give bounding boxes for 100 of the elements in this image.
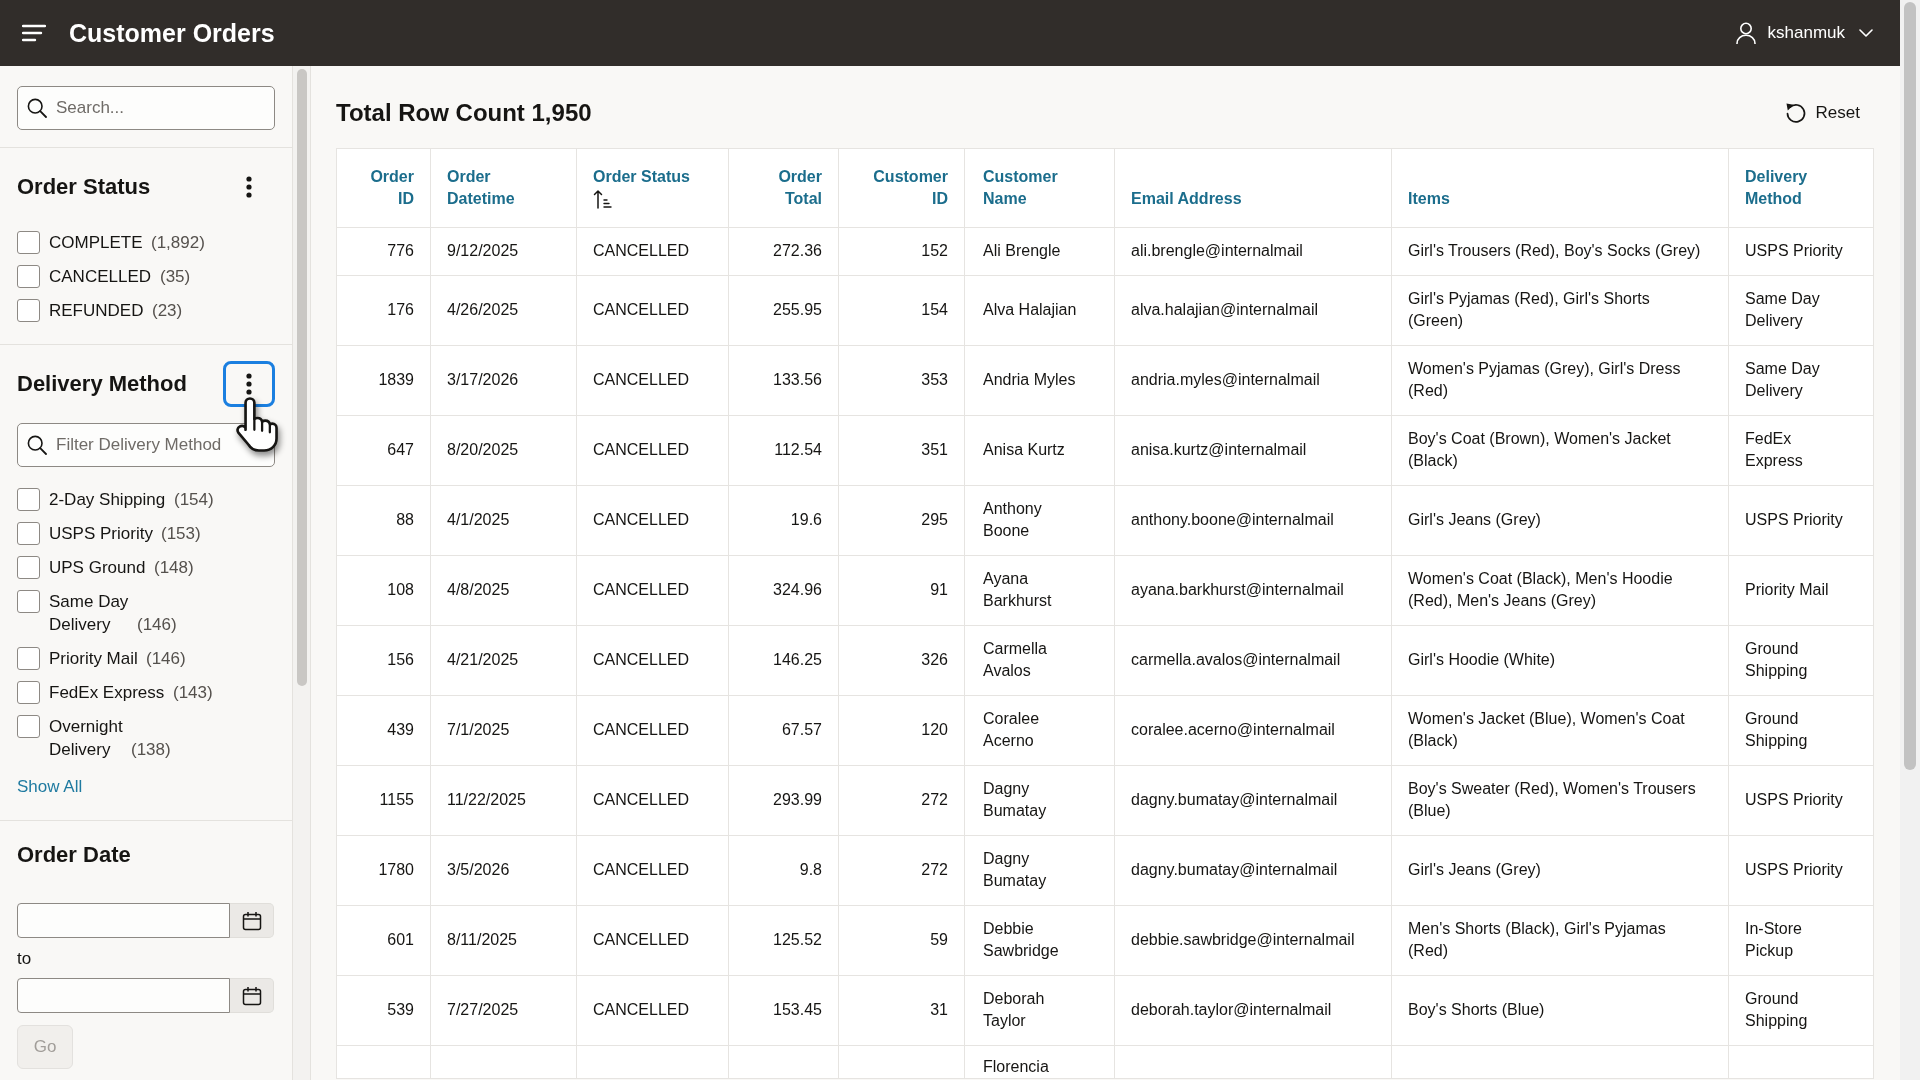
show-all-link[interactable]: Show All [17,775,83,798]
facet-option-label[interactable]: Overnight Delivery [49,715,123,761]
table-cell: CANCELLED [576,765,729,836]
facet-count: (143) [173,683,213,702]
table-cell: Ground Shipping [1728,975,1874,1046]
facet-option-label[interactable]: USPS Priority [49,522,153,545]
facet-count: (35) [160,267,191,286]
column-header[interactable]: Customer Name [964,148,1115,228]
table-cell: 647 [336,415,431,486]
table-cell: Girl's Jeans (Grey) [1391,485,1729,556]
table-cell: 120 [838,695,965,766]
facet-option-label[interactable]: REFUNDED [49,299,144,322]
table-cell: CANCELLED [576,227,729,276]
scrollbar-thumb[interactable] [1904,2,1916,770]
table-cell: 152 [838,227,965,276]
facet-option-label[interactable]: FedEx Express [49,681,165,704]
calendar-button[interactable] [230,903,274,938]
user-menu-button[interactable]: kshanmuk [1735,18,1873,48]
table-cell: 7/1/2025 [430,695,577,766]
column-header[interactable]: Order Total [728,148,839,228]
scrollbar-thumb[interactable] [297,69,307,686]
table-cell: andria.myles@internalmail [1114,345,1392,416]
table-cell: 146.25 [728,625,839,696]
table-cell: 112.54 [728,415,839,486]
reset-button[interactable]: Reset [1778,98,1866,128]
table-cell: 4/26/2025 [430,275,577,346]
checkbox[interactable] [17,265,40,288]
facet-option-label[interactable]: 2-Day Shipping [49,488,166,511]
table-cell: Ground Shipping [1728,625,1874,696]
table-cell: 351 [838,415,965,486]
column-header[interactable]: Order ID [336,148,431,228]
calendar-button[interactable] [230,978,274,1013]
table-cell: Boy's Coat (Brown), Women's Jacket (Black) [1391,415,1729,486]
date-field[interactable] [17,903,230,938]
table-cell: 293.99 [728,765,839,836]
table-cell: Andria Myles [964,345,1115,416]
table-cell: Ayana Barkhurst [964,555,1115,626]
column-header[interactable]: Customer ID [838,148,965,228]
table-cell: 272 [838,765,965,836]
table-cell: USPS Priority [1728,765,1874,836]
table-cell: 3/17/2026 [430,345,577,416]
range-separator: to [17,948,32,970]
table-cell: 9.8 [728,835,839,906]
search-field[interactable]: Search... [17,86,275,130]
facet-option-label[interactable]: COMPLETE [49,231,143,254]
table-cell: 326 [838,625,965,696]
checkbox[interactable] [17,556,40,579]
table-cell: CANCELLED [576,415,729,486]
report-title: Total Row Count 1,950 [336,98,592,128]
table-cell: 324.96 [728,555,839,626]
table-cell: 3/5/2026 [430,835,577,906]
facet-option-label[interactable]: UPS Ground [49,556,146,579]
column-header[interactable]: Order Datetime [430,148,577,228]
checkbox[interactable] [17,715,40,738]
column-header[interactable]: Delivery Method [1728,148,1874,228]
checkbox[interactable] [17,647,40,670]
checkbox[interactable] [17,488,40,511]
column-header[interactable]: Order Status [576,148,729,228]
facet-option-label[interactable]: CANCELLED [49,265,152,288]
date-field[interactable] [17,978,230,1013]
checkbox[interactable] [17,231,40,254]
more-options-button[interactable] [223,361,275,407]
table-cell: Boy's Shorts (Blue) [1391,975,1729,1046]
table-cell: 7/27/2025 [430,975,577,1046]
column-header[interactable]: Items [1391,148,1729,228]
table-cell: Anisa Kurtz [964,415,1115,486]
table-cell: Deborah Taylor [964,975,1115,1046]
checkbox[interactable] [17,590,40,613]
table-cell: Florencia [964,1045,1115,1079]
vertical-dots-icon [246,176,252,198]
table-cell: Debbie Sawbridge [964,905,1115,976]
calendar-icon [241,910,262,931]
app-title: Customer Orders [69,18,275,48]
table-cell: Dagny Bumatay [964,765,1115,836]
checkbox[interactable] [17,299,40,322]
facet-option-label[interactable]: Priority Mail [49,647,138,670]
facet-count: (146) [146,649,186,668]
table-cell: Same Day Delivery [1728,275,1874,346]
filter-field[interactable]: Filter Delivery Method [17,423,275,467]
checkbox[interactable] [17,681,40,704]
column-header[interactable]: Email Address [1114,148,1392,228]
table-cell: 154 [838,275,965,346]
table-cell: 125.52 [728,905,839,976]
table-cell: Coralee Acerno [964,695,1115,766]
table-cell: USPS Priority [1728,227,1874,276]
table-cell: ali.brengle@internalmail [1114,227,1392,276]
search-icon [27,98,47,118]
table-cell: debbie.sawbridge@internalmail [1114,905,1392,976]
checkbox[interactable] [17,522,40,545]
facet-count: (154) [174,490,214,509]
table-cell: 31 [838,975,965,1046]
table-cell: Carmella Avalos [964,625,1115,696]
more-options-button[interactable] [246,176,252,198]
table-cell: Girl's Trousers (Red), Boy's Socks (Grey) [1391,227,1729,276]
table-cell: Ali Brengle [964,227,1115,276]
facet-option-label[interactable]: Same Day Delivery [49,590,129,636]
table-cell: carmella.avalos@internalmail [1114,625,1392,696]
table-cell: 272.36 [728,227,839,276]
table-cell: 1155 [336,765,431,836]
table-cell: CANCELLED [576,345,729,416]
